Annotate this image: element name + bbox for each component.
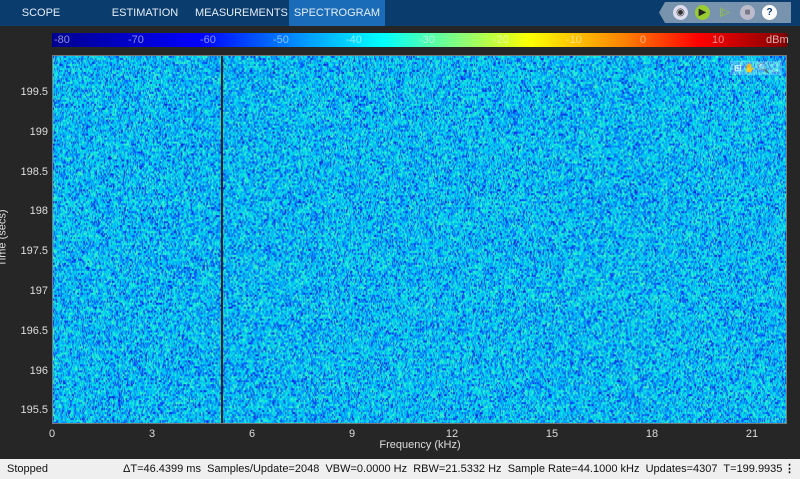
spectrogram-plot[interactable]: ⊞ ✋ 🔍 ⛶	[52, 55, 787, 424]
run-icon[interactable]: ▶	[695, 5, 710, 20]
tab-bar: SCOPE ESTIMATION MEASUREMENTS SPECTROGRA…	[0, 0, 800, 26]
y-tick-label: 198	[29, 205, 48, 218]
y-tick-label: 195.5	[20, 404, 48, 417]
colorbar-tick: 10	[712, 34, 725, 46]
sample-rate: Sample Rate=44.1000 kHz	[507, 463, 640, 475]
colorbar-tick: -30	[419, 34, 435, 46]
colorbar-unit: dBm	[766, 34, 789, 46]
colorbar-tick: -20	[493, 34, 509, 46]
y-tick-label: 199	[29, 125, 48, 138]
help-icon[interactable]: ?	[762, 5, 777, 20]
spectrogram-image	[53, 56, 786, 423]
y-tick-label: 197.5	[20, 245, 48, 258]
y-tick-label: 196	[29, 364, 48, 377]
colorbar-tick: -80	[54, 34, 70, 46]
colorbar-tick: -40	[346, 34, 362, 46]
samples-per-update: Samples/Update=2048	[207, 463, 320, 475]
tab-spectrogram[interactable]: SPECTROGRAM	[289, 0, 385, 26]
colorbar-tick: -50	[273, 34, 289, 46]
status-bar: Stopped ΔT=46.4399 ms Samples/Update=204…	[0, 459, 800, 479]
colorbar-tick: -70	[128, 34, 144, 46]
time-readout: T=199.9935	[723, 463, 783, 475]
colorbar-tick: -60	[200, 34, 216, 46]
colorbar-tick: 0	[640, 34, 647, 46]
updates: Updates=4307	[645, 463, 718, 475]
colorbar-tick: -10	[566, 34, 582, 46]
tab-scope[interactable]: SCOPE	[0, 0, 82, 26]
status-state: Stopped	[7, 463, 48, 475]
vbw: VBW=0.0000 Hz	[325, 463, 408, 475]
tab-estimation[interactable]: ESTIMATION	[100, 0, 190, 26]
status-menu-icon[interactable]: ⋮	[784, 459, 795, 479]
tab-measurements[interactable]: MEASUREMENTS	[195, 0, 288, 26]
y-tick-label: 196.5	[20, 324, 48, 337]
plot-tools-icon[interactable]: ⊞ ✋ 🔍 ⛶	[730, 61, 782, 75]
y-tick-label: 197	[29, 284, 48, 297]
rbw: RBW=21.5332 Hz	[413, 463, 502, 475]
snapshot-icon[interactable]: ◉	[673, 5, 688, 20]
colorbar: -80 -70 -60 -50 -40 -30 -20 -10 0 10 dBm	[52, 33, 789, 47]
x-axis-label: Frequency (kHz)	[379, 439, 461, 451]
y-axis-label: Time (secs)	[0, 209, 9, 267]
y-tick-label: 199.5	[20, 86, 48, 99]
frequency-marker-line[interactable]	[221, 56, 223, 423]
status-measurements: ΔT=46.4399 ms Samples/Update=2048 VBW=0.…	[123, 459, 782, 479]
step-forward-icon[interactable]: |▷	[717, 5, 732, 20]
delta-t: ΔT=46.4399 ms	[123, 463, 201, 475]
stop-icon[interactable]: ■	[740, 5, 755, 20]
y-tick-label: 198.5	[20, 165, 48, 178]
toolstrip: ◉ ▶ |▷ ■ ?	[659, 2, 791, 23]
